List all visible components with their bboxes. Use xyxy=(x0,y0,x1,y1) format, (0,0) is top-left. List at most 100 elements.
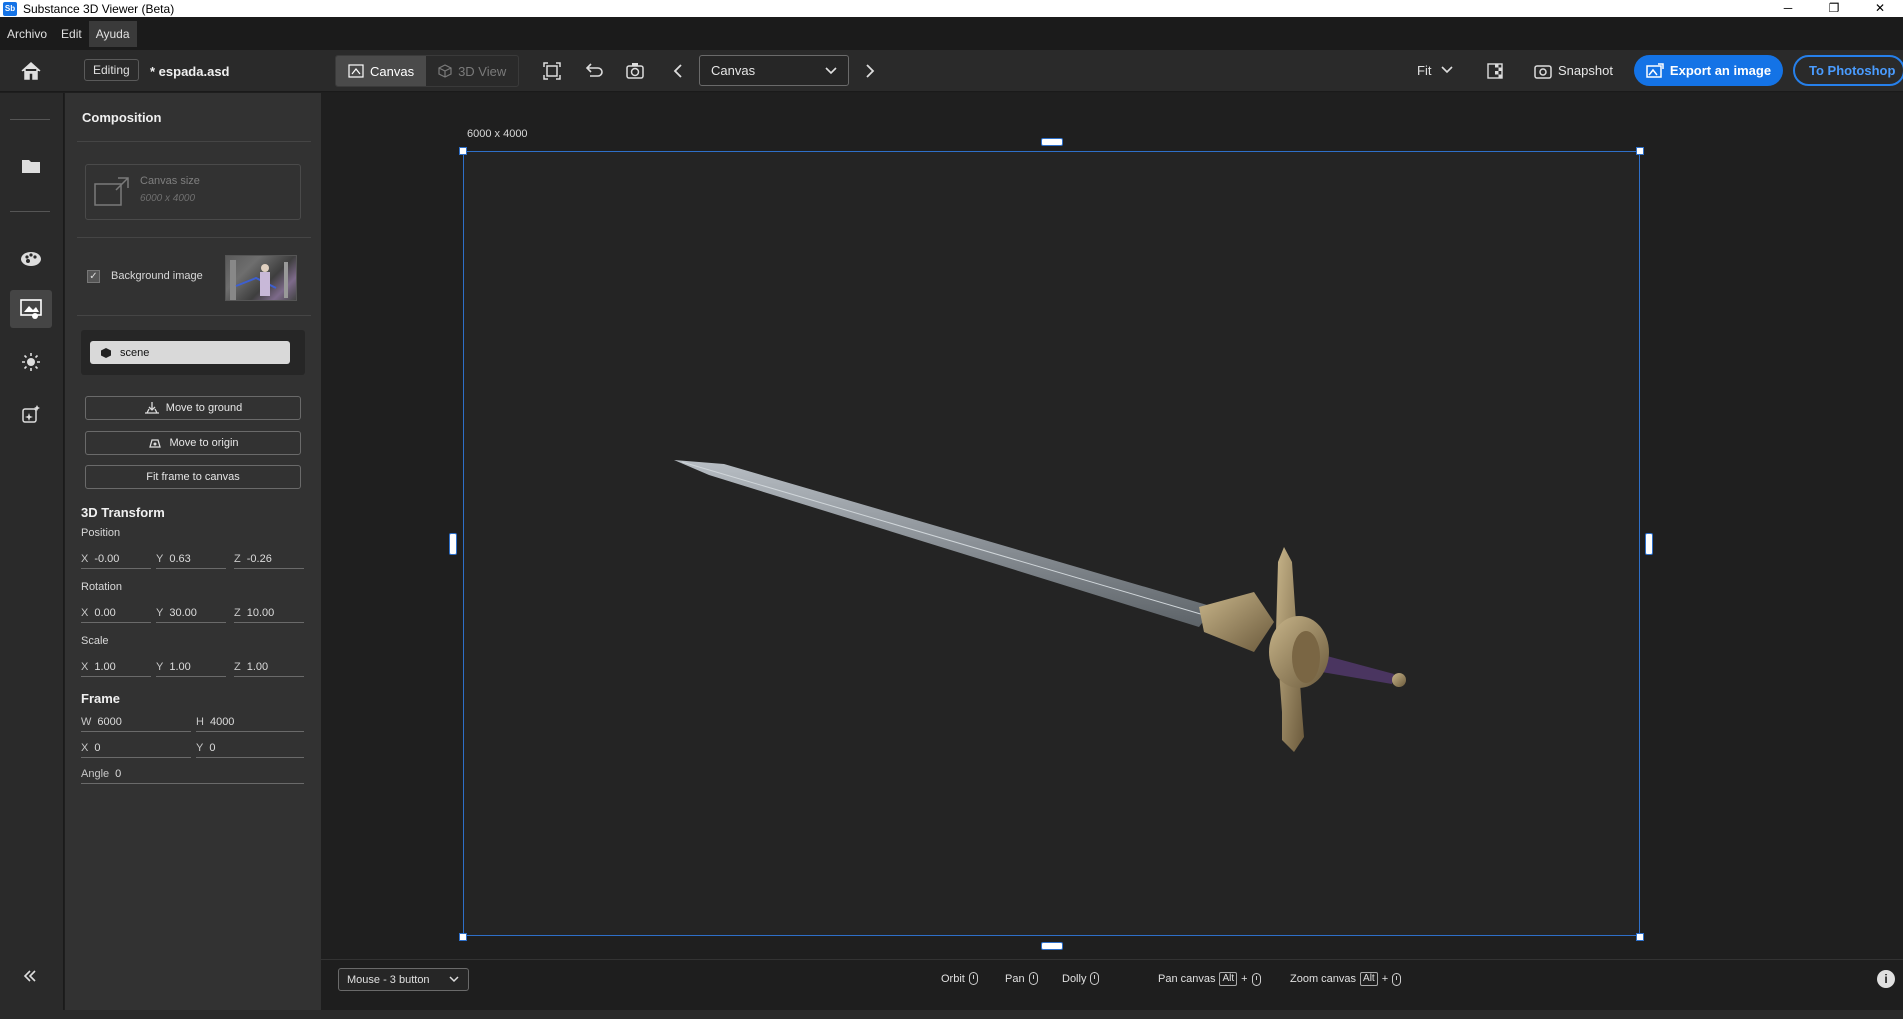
canvas-size-button[interactable]: Canvas size 6000 x 4000 xyxy=(85,164,301,220)
effects-sparkle-icon[interactable] xyxy=(10,395,52,433)
canvas-frame[interactable] xyxy=(463,151,1640,936)
pan-canvas-label: Pan canvas xyxy=(1158,973,1216,985)
scale-y-value: 1.00 xyxy=(169,660,191,673)
frame-handle-top-right[interactable] xyxy=(1636,147,1644,155)
axis-x-label: X xyxy=(81,741,89,754)
position-z-field[interactable]: Z -0.26 xyxy=(234,549,304,569)
frame-handle-left[interactable] xyxy=(449,533,457,555)
editing-button[interactable]: Editing xyxy=(84,59,139,81)
rotation-y-value: 30.00 xyxy=(169,606,197,619)
background-image-label: Background image xyxy=(111,270,203,282)
frame-y-value: 0 xyxy=(209,741,216,754)
to-photoshop-button[interactable]: To Photoshop xyxy=(1793,55,1903,86)
minimize-button[interactable]: ─ xyxy=(1765,0,1811,17)
mouse-mode-select[interactable]: Mouse - 3 button xyxy=(338,968,469,991)
scene-item[interactable]: scene xyxy=(90,341,290,364)
menu-bar: Archivo Edit Ayuda xyxy=(0,17,1903,50)
position-y-value: 0.63 xyxy=(169,552,191,565)
camera-select[interactable]: Canvas xyxy=(699,55,849,86)
position-x-field[interactable]: X -0.00 xyxy=(81,549,151,569)
mouse-left-icon xyxy=(968,972,978,985)
close-button[interactable]: ✕ xyxy=(1857,0,1903,17)
mouse-middle-icon xyxy=(1251,972,1261,986)
canvas-icon xyxy=(348,64,364,78)
mouse-right-icon xyxy=(1392,972,1402,986)
frame-width-field[interactable]: W 6000 xyxy=(81,712,191,732)
top-toolbar: Editing * espada.asd Canvas 3D View Canv… xyxy=(0,50,1903,92)
previous-camera-icon[interactable] xyxy=(668,61,688,81)
transform-title: 3D Transform xyxy=(81,505,165,520)
tab-3d-view-label: 3D View xyxy=(458,63,507,79)
frame-y-field[interactable]: Y0 xyxy=(196,738,304,758)
scale-x-field[interactable]: X 1.00 xyxy=(81,657,151,677)
chevron-down-icon[interactable] xyxy=(1439,63,1459,83)
tab-canvas-label: Canvas xyxy=(370,63,415,79)
rotation-z-field[interactable]: Z 10.00 xyxy=(234,603,304,623)
composition-icon[interactable] xyxy=(10,290,52,328)
position-label: Position xyxy=(81,527,121,539)
menu-ayuda[interactable]: Ayuda xyxy=(88,20,137,47)
scale-y-field[interactable]: Y 1.00 xyxy=(156,657,226,677)
image-export-icon xyxy=(1646,62,1664,78)
frame-height-field[interactable]: H 4000 xyxy=(196,712,304,732)
background-image-thumbnail[interactable] xyxy=(225,255,297,301)
frame-handle-bottom-left[interactable] xyxy=(459,933,467,941)
position-y-field[interactable]: Y 0.63 xyxy=(156,549,226,569)
scene-label: scene xyxy=(120,346,150,359)
maximize-button[interactable]: ❐ xyxy=(1811,0,1857,17)
materials-palette-icon[interactable] xyxy=(10,240,52,278)
folder-icon[interactable] xyxy=(10,147,52,185)
zoom-fit-label: Fit xyxy=(1417,63,1432,78)
position-z-value: -0.26 xyxy=(246,552,272,565)
frame-title: Frame xyxy=(81,691,121,706)
frame-handle-bottom[interactable] xyxy=(1041,942,1063,950)
background-image-checkbox[interactable]: ✓ xyxy=(87,270,100,283)
rotation-x-field[interactable]: X 0.00 xyxy=(81,603,151,623)
dolly-label: Dolly xyxy=(1062,972,1087,985)
lighting-sun-icon[interactable] xyxy=(10,343,52,381)
frame-angle-field[interactable]: Angle 0 xyxy=(81,764,304,784)
app-logo-icon: Sb xyxy=(3,1,17,16)
frame-width-value: 6000 xyxy=(97,715,122,728)
tab-canvas[interactable]: Canvas xyxy=(336,56,427,86)
view-mode-toggle: Canvas 3D View xyxy=(335,55,520,87)
home-icon[interactable] xyxy=(20,61,42,81)
collapse-panel-icon[interactable] xyxy=(22,969,38,983)
mouse-mode-value: Mouse - 3 button xyxy=(347,973,430,986)
reset-view-icon[interactable] xyxy=(584,61,604,81)
camera-settings-icon[interactable] xyxy=(625,61,645,81)
rotation-z-value: 10.00 xyxy=(246,606,275,619)
frame-handle-bottom-right[interactable] xyxy=(1636,933,1644,941)
next-camera-icon[interactable] xyxy=(860,61,880,81)
move-to-origin-button[interactable]: Move to origin xyxy=(85,431,301,455)
snapshot-button[interactable]: Snapshot xyxy=(1558,63,1613,78)
frame-select-icon[interactable] xyxy=(542,61,562,81)
zoom-fit-select[interactable]: Fit xyxy=(1417,63,1431,78)
menu-archivo[interactable]: Archivo xyxy=(0,27,54,41)
render-quality-icon[interactable] xyxy=(1485,61,1505,81)
frame-x-field[interactable]: X0 xyxy=(81,738,191,758)
rotation-y-field[interactable]: Y 30.00 xyxy=(156,603,226,623)
menu-edit[interactable]: Edit xyxy=(54,27,89,41)
fit-frame-to-canvas-button[interactable]: Fit frame to canvas xyxy=(85,465,301,489)
info-icon[interactable]: i xyxy=(1877,970,1895,988)
frame-handle-top-left[interactable] xyxy=(459,147,467,155)
zoom-canvas-label: Zoom canvas xyxy=(1290,973,1357,985)
tab-3d-view[interactable]: 3D View xyxy=(426,56,518,86)
divider xyxy=(10,119,50,120)
sword-model[interactable] xyxy=(464,152,1639,935)
scale-z-field[interactable]: Z 1.00 xyxy=(234,657,304,677)
pan-hint: Pan xyxy=(1005,972,1038,985)
chevron-down-icon xyxy=(449,976,459,983)
frame-handle-right[interactable] xyxy=(1645,533,1653,555)
left-icon-sidebar xyxy=(0,93,64,1019)
ground-icon xyxy=(144,402,159,414)
height-key: H xyxy=(196,715,204,728)
window-titlebar: Sb Substance 3D Viewer (Beta) ─ ❐ ✕ xyxy=(0,0,1903,17)
move-to-ground-button[interactable]: Move to ground xyxy=(85,396,301,420)
status-bar xyxy=(0,1010,1903,1019)
export-image-button[interactable]: Export an image xyxy=(1634,55,1783,86)
frame-handle-top[interactable] xyxy=(1041,138,1063,146)
scene-list: scene xyxy=(81,330,305,375)
navigation-hints-bar: Mouse - 3 button Orbit Pan Dolly Pan can… xyxy=(321,959,1903,997)
